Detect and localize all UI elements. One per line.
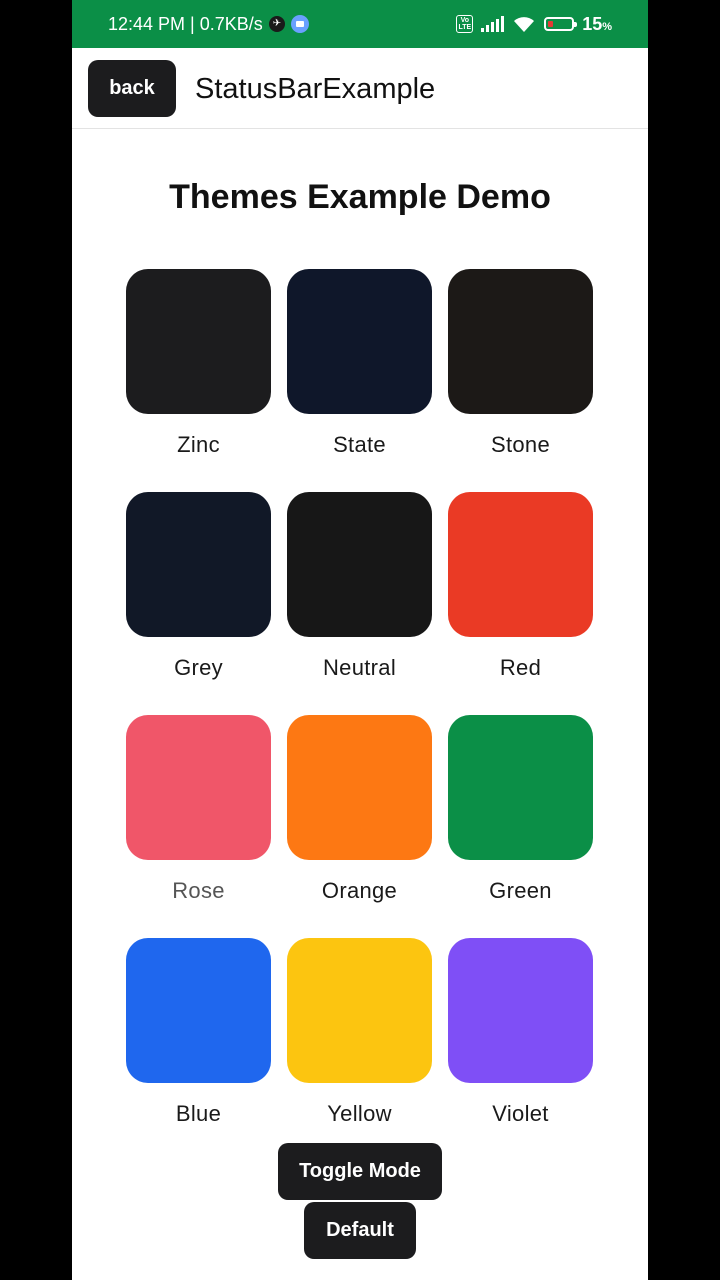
theme-tile-violet[interactable]: Violet — [448, 938, 593, 1126]
back-button[interactable]: back — [88, 60, 176, 117]
theme-tile-zinc[interactable]: Zinc — [126, 269, 271, 457]
theme-label: Neutral — [322, 655, 397, 680]
theme-label: Rose — [172, 878, 225, 903]
theme-label: Orange — [321, 878, 398, 903]
battery-percent: 15% — [582, 13, 612, 34]
theme-tile-neutral[interactable]: Neutral — [287, 492, 432, 680]
volte-icon: Vo LTE — [456, 15, 474, 33]
app-title: StatusBarExample — [195, 73, 436, 105]
theme-swatch-neutral[interactable] — [287, 492, 432, 637]
theme-tile-blue[interactable]: Blue — [126, 938, 271, 1126]
theme-swatch-stone[interactable] — [448, 269, 593, 414]
theme-swatch-green[interactable] — [448, 715, 593, 860]
battery-icon — [544, 17, 578, 31]
theme-label: Zinc — [177, 432, 220, 457]
theme-label: Grey — [174, 655, 223, 680]
status-time-speed: 12:44 PM | 0.7KB/s — [108, 13, 263, 34]
notification-icon: ✈ — [268, 16, 285, 32]
status-left: 12:44 PM | 0.7KB/s ✈ — [108, 0, 309, 48]
theme-tile-stone[interactable]: Stone — [448, 269, 593, 457]
theme-label: Yellow — [327, 1101, 392, 1126]
app-header: back StatusBarExample — [72, 48, 648, 129]
app-screen: 12:44 PM | 0.7KB/s ✈ Vo LTE 15% back Stat… — [72, 0, 648, 1280]
theme-swatch-rose[interactable] — [126, 715, 271, 860]
wifi-icon — [514, 17, 535, 32]
theme-tile-orange[interactable]: Orange — [287, 715, 432, 903]
theme-label: Blue — [175, 1101, 222, 1126]
theme-swatch-red[interactable] — [448, 492, 593, 637]
theme-label: Green — [489, 878, 552, 903]
theme-tile-green[interactable]: Green — [448, 715, 593, 903]
theme-label: Red — [499, 655, 542, 680]
default-button[interactable]: Default — [304, 1202, 416, 1259]
page-title: Themes Example Demo — [169, 178, 551, 216]
theme-tile-state[interactable]: State — [287, 269, 432, 457]
app-notification-icon — [290, 15, 309, 33]
signal-icon — [481, 16, 505, 32]
theme-swatch-orange[interactable] — [287, 715, 432, 860]
theme-label: State — [333, 432, 386, 457]
theme-label: Violet — [492, 1101, 549, 1126]
battery-fill — [548, 21, 554, 27]
theme-swatch-grey[interactable] — [126, 492, 271, 637]
theme-tile-red[interactable]: Red — [448, 492, 593, 680]
theme-label: Stone — [491, 432, 550, 457]
status-right: Vo LTE 15% — [456, 0, 612, 48]
theme-swatch-yellow[interactable] — [287, 938, 432, 1083]
theme-swatch-blue[interactable] — [126, 938, 271, 1083]
theme-tile-rose[interactable]: Rose — [126, 715, 271, 903]
theme-swatch-state[interactable] — [287, 269, 432, 414]
theme-tile-grey[interactable]: Grey — [126, 492, 271, 680]
theme-tile-yellow[interactable]: Yellow — [287, 938, 432, 1126]
toggle-mode-button[interactable]: Toggle Mode — [278, 1143, 442, 1200]
status-bar: 12:44 PM | 0.7KB/s ✈ Vo LTE 15% — [72, 0, 648, 48]
theme-grid: Zinc State Stone Grey Neutral Red Rose Orange Gr… — [126, 269, 594, 1126]
theme-swatch-zinc[interactable] — [126, 269, 271, 414]
theme-swatch-violet[interactable] — [448, 938, 593, 1083]
